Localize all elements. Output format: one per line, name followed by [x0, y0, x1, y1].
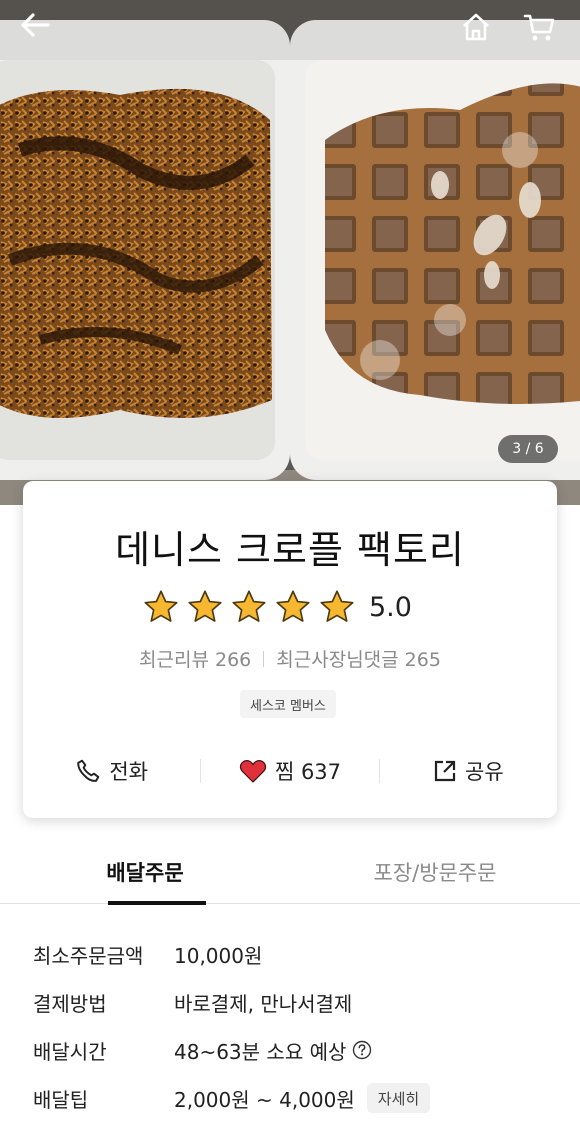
payment-row: 결제방법 바로결제, 만나서결제 — [33, 978, 563, 1026]
recent-owner-replies-count[interactable]: 최근사장님댓글 265 — [276, 645, 441, 672]
store-info-card: 데니스 크로플 팩토리 5.0 최근리뷰 266 최근사장님댓글 265 세스코… — [23, 481, 557, 818]
divider — [263, 650, 265, 667]
delivery-time-row: 배달시간 48~63분 소요 예상 — [33, 1026, 563, 1074]
delivery-tip-label: 배달팁 — [33, 1087, 89, 1112]
heart-icon — [239, 759, 267, 783]
back-arrow-icon — [21, 13, 50, 37]
order-type-tabs: 배달주문 포장/방문주문 — [0, 840, 580, 905]
recent-reviews-count[interactable]: 최근리뷰 266 — [139, 645, 251, 672]
share-button[interactable]: 공유 — [380, 756, 557, 786]
star-icon — [320, 590, 354, 622]
help-icon[interactable] — [352, 1040, 372, 1060]
food-photo — [0, 0, 580, 505]
review-counts[interactable]: 최근리뷰 266 최근사장님댓글 265 — [23, 645, 557, 672]
call-button[interactable]: 전화 — [23, 756, 200, 786]
store-detail-page: 3 / 6 데니스 크로플 팩토리 5.0 최근리뷰 266 최근사장님댓글 2… — [0, 0, 580, 1128]
share-label: 공유 — [465, 760, 504, 784]
cart-button[interactable] — [523, 12, 559, 48]
store-actions: 전화 찜 637 공유 — [23, 751, 557, 791]
back-button[interactable] — [20, 12, 56, 48]
tab-label: 배달주문 — [106, 861, 184, 885]
like-label: 찜 637 — [274, 760, 342, 784]
call-label: 전화 — [109, 760, 148, 784]
tab-pickup-order[interactable]: 포장/방문주문 — [290, 840, 580, 904]
image-counter: 3 / 6 — [498, 435, 558, 463]
home-button[interactable] — [461, 12, 497, 48]
store-photo-carousel[interactable]: 3 / 6 — [0, 0, 580, 505]
min-order-label: 최소주문금액 — [33, 943, 144, 968]
tab-label: 포장/방문주문 — [373, 861, 497, 885]
like-button[interactable]: 찜 637 — [201, 756, 378, 786]
cesco-member-badge: 세스코 멤버스 — [240, 690, 336, 718]
star-icon — [188, 590, 222, 622]
store-name: 데니스 크로플 팩토리 — [115, 528, 465, 572]
delivery-time-label: 배달시간 — [33, 1039, 107, 1064]
star-icon — [276, 590, 310, 622]
phone-icon — [77, 759, 100, 782]
min-order-value: 10,000원 — [174, 943, 263, 968]
active-tab-indicator — [108, 901, 206, 905]
delivery-tip-value: 2,000원 ~ 4,000원 — [174, 1087, 355, 1112]
payment-label: 결제방법 — [33, 991, 107, 1016]
delivery-tip-detail-button[interactable]: 자세히 — [366, 1083, 431, 1113]
delivery-tip-row: 배달팁 2,000원 ~ 4,000원 자세히 — [33, 1074, 563, 1122]
payment-value: 바로결제, 만나서결제 — [174, 991, 353, 1016]
share-icon — [434, 760, 456, 782]
cart-icon — [523, 14, 555, 41]
star-icon — [144, 590, 178, 622]
tab-delivery-order[interactable]: 배달주문 — [0, 840, 290, 905]
delivery-info: 최소주문금액 10,000원 결제방법 바로결제, 만나서결제 배달시간 48~… — [33, 930, 563, 1122]
rating[interactable]: 5.0 — [143, 589, 412, 625]
home-icon — [463, 13, 489, 41]
delivery-tip-value-wrap: 2,000원 ~ 4,000원 자세히 — [174, 1083, 431, 1113]
delivery-time-value: 48~63분 소요 예상 — [174, 1039, 347, 1064]
min-order-row: 최소주문금액 10,000원 — [33, 930, 563, 978]
star-icon — [232, 590, 266, 622]
delivery-time-value-wrap: 48~63분 소요 예상 — [174, 1036, 372, 1065]
rating-value: 5.0 — [369, 591, 412, 623]
